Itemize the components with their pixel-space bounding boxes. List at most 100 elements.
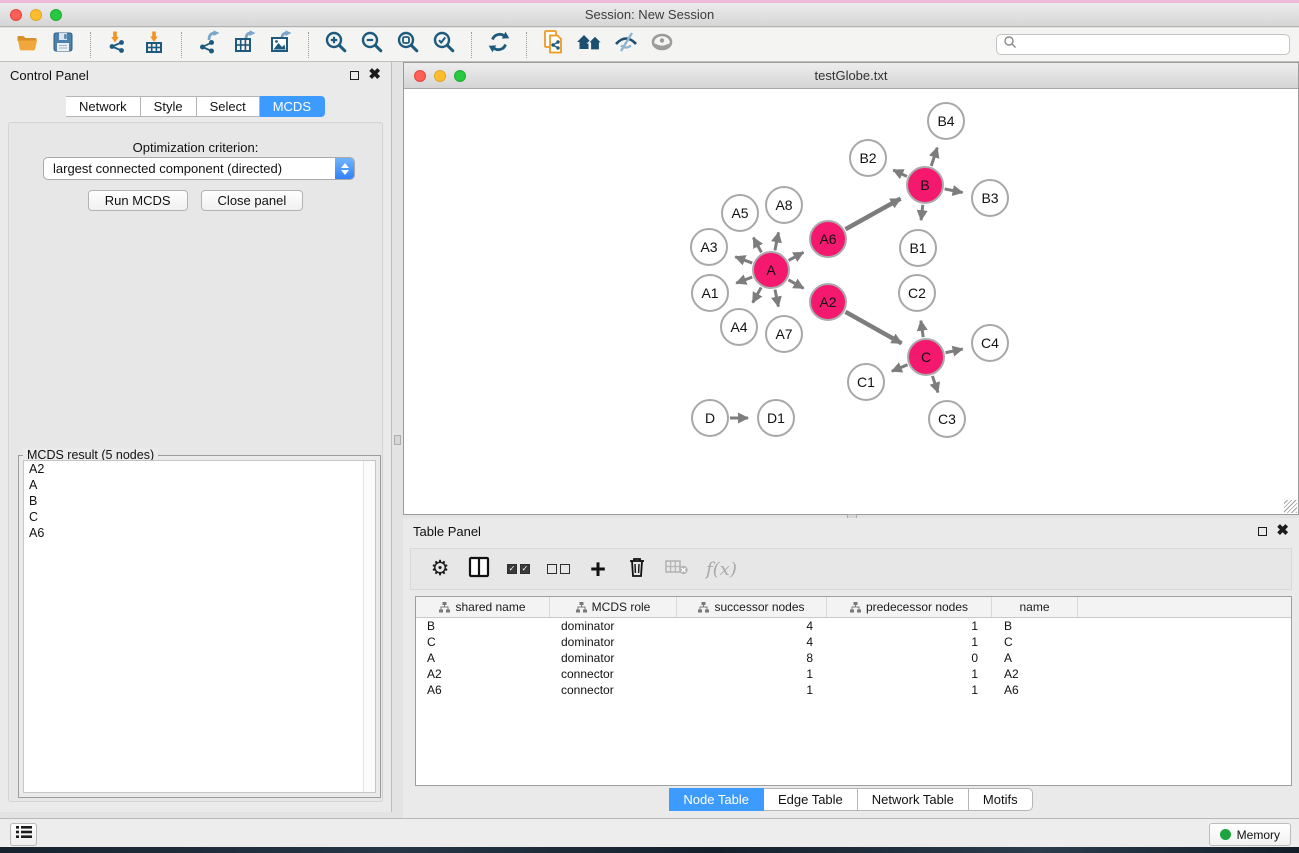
memory-button[interactable]: Memory [1209, 823, 1291, 846]
cell-mcds-role[interactable]: dominator [550, 619, 677, 633]
zoom-fit-button[interactable] [390, 30, 426, 60]
graph-node-B1[interactable]: B1 [899, 229, 937, 267]
float-panel-icon[interactable] [350, 71, 359, 80]
close-panel-icon[interactable]: ✖ [368, 70, 381, 80]
cell-predecessor-nodes[interactable]: 1 [827, 683, 992, 697]
graph-node-C2[interactable]: C2 [898, 274, 936, 312]
graph-edge-C-C3[interactable] [932, 376, 938, 393]
graph-node-D1[interactable]: D1 [757, 399, 795, 437]
cell-predecessor-nodes[interactable]: 1 [827, 667, 992, 681]
criterion-dropdown[interactable]: largest connected component (directed) [43, 157, 355, 180]
deselect-all-button[interactable] [547, 557, 570, 581]
table-row[interactable]: B dominator 4 1 B [416, 618, 1291, 634]
refresh-button[interactable] [481, 30, 517, 60]
graph-node-C1[interactable]: C1 [847, 363, 885, 401]
table-row[interactable]: A2 connector 1 1 A2 [416, 666, 1291, 682]
run-mcds-button[interactable]: Run MCDS [88, 190, 188, 211]
mcds-result-item[interactable]: A [24, 477, 375, 493]
show-graphics-button[interactable] [644, 30, 680, 60]
column-header[interactable]: predecessor nodes [827, 597, 992, 617]
graph-edge-B-B2[interactable] [893, 170, 907, 176]
column-header[interactable]: shared name [416, 597, 550, 617]
float-panel-icon[interactable] [1258, 527, 1267, 536]
add-row-button[interactable]: + [587, 557, 609, 581]
select-all-button[interactable]: ✓✓ [507, 557, 530, 581]
node-table[interactable]: shared name MCDS role successor nodes pr… [415, 596, 1292, 786]
table-tab[interactable]: Motifs [969, 788, 1033, 811]
graph-node-A7[interactable]: A7 [765, 315, 803, 353]
cell-mcds-role[interactable]: dominator [550, 651, 677, 665]
zoom-selected-button[interactable] [426, 30, 462, 60]
cell-mcds-role[interactable]: dominator [550, 635, 677, 649]
graph-node-A2[interactable]: A2 [809, 283, 847, 321]
cell-name[interactable]: A6 [992, 683, 1078, 697]
export-image-button[interactable] [263, 30, 299, 60]
import-table-button[interactable] [136, 30, 172, 60]
window-resize-grip[interactable] [1284, 500, 1297, 513]
control-panel-tab[interactable]: Network [66, 96, 141, 117]
network-canvas[interactable]: B4B2BB3A5A8A6B1A3AA1C2A2A4A7C4CC1C3DD1 [404, 89, 1298, 514]
clone-network-button[interactable] [536, 30, 572, 60]
cell-successor-nodes[interactable]: 4 [677, 635, 827, 649]
cell-successor-nodes[interactable]: 1 [677, 667, 827, 681]
graph-edge-A-A2[interactable] [788, 280, 803, 289]
graph-edge-A-A7[interactable] [775, 290, 778, 307]
import-network-button[interactable] [100, 30, 136, 60]
close-panel-icon[interactable]: ✖ [1276, 526, 1289, 536]
column-settings-button[interactable]: ⚙ [429, 557, 451, 581]
graph-edge-C-C1[interactable] [892, 365, 908, 372]
cell-shared-name[interactable]: A [416, 651, 550, 665]
delete-row-button[interactable] [626, 557, 648, 581]
graph-edge-A6-B[interactable] [845, 199, 900, 230]
control-panel-tab[interactable]: Select [197, 96, 260, 117]
function-builder-button[interactable]: f(x) [706, 557, 737, 581]
mcds-result-item[interactable]: C [24, 509, 375, 525]
graph-node-A4[interactable]: A4 [720, 308, 758, 346]
graph-node-B2[interactable]: B2 [849, 139, 887, 177]
graph-edge-A-A1[interactable] [736, 277, 752, 283]
column-header[interactable]: successor nodes [677, 597, 827, 617]
main-titlebar[interactable]: Session: New Session [0, 3, 1299, 27]
graph-node-B[interactable]: B [906, 166, 944, 204]
graph-edge-A-A8[interactable] [775, 232, 779, 250]
graph-edge-B-B1[interactable] [921, 205, 923, 220]
column-header[interactable]: name [992, 597, 1078, 617]
save-session-button[interactable] [45, 30, 81, 60]
home-neighbors-button[interactable] [572, 30, 608, 60]
zoom-traffic-light[interactable] [50, 9, 62, 21]
minimize-traffic-light[interactable] [30, 9, 42, 21]
cell-shared-name[interactable]: A6 [416, 683, 550, 697]
cell-predecessor-nodes[interactable]: 0 [827, 651, 992, 665]
cell-shared-name[interactable]: B [416, 619, 550, 633]
cell-shared-name[interactable]: A2 [416, 667, 550, 681]
minimize-traffic-light[interactable] [434, 70, 446, 82]
table-row[interactable]: A6 connector 1 1 A6 [416, 682, 1291, 698]
graph-node-C[interactable]: C [907, 338, 945, 376]
cell-name[interactable]: A [992, 651, 1078, 665]
table-row[interactable]: A dominator 8 0 A [416, 650, 1291, 666]
table-tab[interactable]: Edge Table [764, 788, 858, 811]
show-columns-button[interactable] [468, 557, 490, 581]
search-field[interactable] [996, 34, 1290, 55]
close-panel-button[interactable]: Close panel [201, 190, 304, 211]
control-panel-tab[interactable]: Style [141, 96, 197, 117]
cell-successor-nodes[interactable]: 1 [677, 683, 827, 697]
graph-edge-A-A5[interactable] [753, 238, 761, 253]
zoom-traffic-light[interactable] [454, 70, 466, 82]
mcds-result-item[interactable]: A2 [24, 461, 375, 477]
vertical-split-handle[interactable] [394, 435, 401, 445]
control-panel-tab[interactable]: MCDS [260, 96, 325, 117]
delete-table-button[interactable] [665, 557, 689, 581]
mcds-result-item[interactable]: A6 [24, 525, 375, 541]
graph-edge-C-C2[interactable] [921, 321, 923, 337]
cell-successor-nodes[interactable]: 4 [677, 619, 827, 633]
table-tab[interactable]: Network Table [858, 788, 969, 811]
graph-node-B3[interactable]: B3 [971, 179, 1009, 217]
result-scrollbar[interactable] [363, 461, 375, 792]
search-input[interactable] [1017, 38, 1283, 52]
graph-edge-C-C4[interactable] [946, 349, 963, 353]
graph-edge-A2-C[interactable] [845, 312, 901, 344]
export-network-button[interactable] [191, 30, 227, 60]
graph-node-C4[interactable]: C4 [971, 324, 1009, 362]
graph-edge-B-B4[interactable] [931, 148, 937, 166]
